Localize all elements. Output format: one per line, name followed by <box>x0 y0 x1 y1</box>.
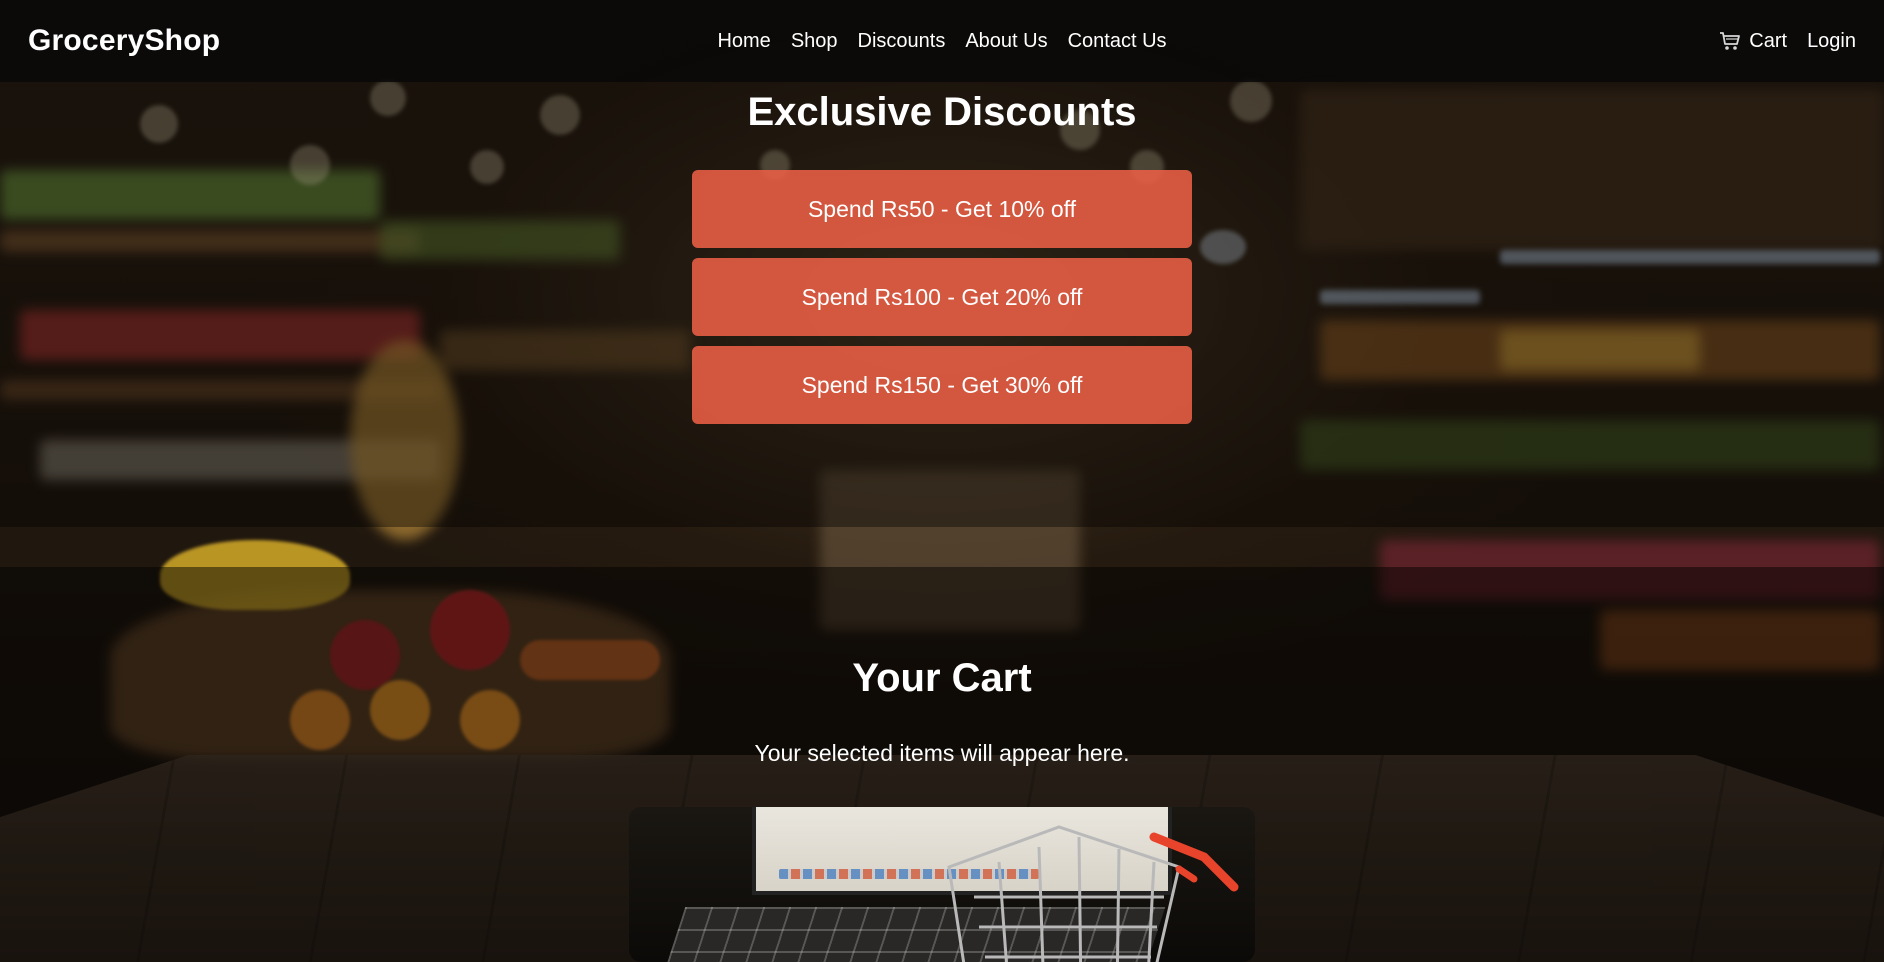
brand-logo[interactable]: GroceryShop <box>28 24 220 58</box>
shopping-cart-graphic <box>947 825 1239 962</box>
cart-illustration-image <box>629 807 1255 962</box>
discount-offer-button[interactable]: Spend Rs150 - Get 30% off <box>692 346 1192 424</box>
cart-empty-message: Your selected items will appear here. <box>754 740 1130 766</box>
cart-section: Your Cart Your selected items will appea… <box>0 567 1884 962</box>
nav-link-discounts[interactable]: Discounts <box>858 30 946 53</box>
login-link[interactable]: Login <box>1807 30 1856 53</box>
shopping-cart-icon <box>1719 31 1741 51</box>
nav-actions: Cart Login <box>1719 30 1856 53</box>
navbar: GroceryShop Home Shop Discounts About Us… <box>0 0 1884 82</box>
nav-link-about-us[interactable]: About Us <box>965 30 1047 53</box>
nav-link-shop[interactable]: Shop <box>791 30 838 53</box>
discount-offer-button[interactable]: Spend Rs100 - Get 20% off <box>692 258 1192 336</box>
discounts-section: Exclusive Discounts Spend Rs50 - Get 10%… <box>0 82 1884 527</box>
discount-list: Spend Rs50 - Get 10% off Spend Rs100 - G… <box>692 170 1192 424</box>
cart-title: Your Cart <box>852 656 1032 700</box>
nav-links: Home Shop Discounts About Us Contact Us <box>0 0 1884 82</box>
discount-offer-button[interactable]: Spend Rs50 - Get 10% off <box>692 170 1192 248</box>
cart-label: Cart <box>1749 29 1788 52</box>
nav-link-home[interactable]: Home <box>717 30 770 53</box>
discounts-title: Exclusive Discounts <box>747 90 1137 134</box>
nav-link-contact-us[interactable]: Contact Us <box>1068 30 1167 53</box>
cart-link[interactable]: Cart <box>1719 30 1787 53</box>
